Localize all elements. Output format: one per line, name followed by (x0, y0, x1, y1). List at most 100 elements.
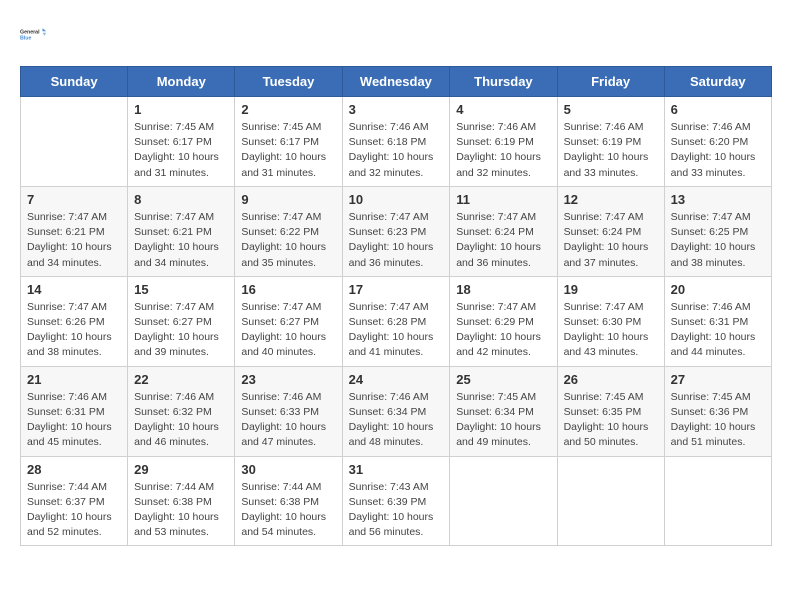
day-info: Sunrise: 7:46 AM Sunset: 6:18 PM Dayligh… (349, 120, 444, 181)
day-info: Sunrise: 7:45 AM Sunset: 6:35 PM Dayligh… (564, 390, 658, 451)
day-number: 3 (349, 102, 444, 117)
calendar-day-17: 17 Sunrise: 7:47 AM Sunset: 6:28 PM Dayli… (342, 276, 450, 366)
calendar-day-28: 28 Sunrise: 7:44 AM Sunset: 6:37 PM Dayli… (21, 456, 128, 546)
day-number: 2 (241, 102, 335, 117)
weekday-header-sunday: Sunday (21, 67, 128, 97)
day-info: Sunrise: 7:47 AM Sunset: 6:25 PM Dayligh… (671, 210, 765, 271)
day-number: 15 (134, 282, 228, 297)
calendar-day-31: 31 Sunrise: 7:43 AM Sunset: 6:39 PM Dayli… (342, 456, 450, 546)
day-info: Sunrise: 7:46 AM Sunset: 6:31 PM Dayligh… (27, 390, 121, 451)
day-info: Sunrise: 7:47 AM Sunset: 6:24 PM Dayligh… (564, 210, 658, 271)
day-number: 9 (241, 192, 335, 207)
calendar-day-12: 12 Sunrise: 7:47 AM Sunset: 6:24 PM Dayli… (557, 186, 664, 276)
logo: GeneralBlue (20, 20, 50, 50)
calendar-day-empty (557, 456, 664, 546)
day-number: 20 (671, 282, 765, 297)
day-info: Sunrise: 7:43 AM Sunset: 6:39 PM Dayligh… (349, 480, 444, 541)
day-number: 24 (349, 372, 444, 387)
calendar-day-4: 4Sunrise: 7:46 AM Sunset: 6:19 PM Daylig… (450, 97, 557, 187)
day-info: Sunrise: 7:45 AM Sunset: 6:17 PM Dayligh… (241, 120, 335, 181)
day-number: 28 (27, 462, 121, 477)
calendar-day-empty (664, 456, 771, 546)
day-number: 6 (671, 102, 765, 117)
day-info: Sunrise: 7:47 AM Sunset: 6:23 PM Dayligh… (349, 210, 444, 271)
day-info: Sunrise: 7:47 AM Sunset: 6:22 PM Dayligh… (241, 210, 335, 271)
calendar-day-1: 1 Sunrise: 7:45 AM Sunset: 6:17 PM Daylig… (128, 97, 235, 187)
day-number: 25 (456, 372, 550, 387)
day-info: Sunrise: 7:47 AM Sunset: 6:21 PM Dayligh… (27, 210, 121, 271)
logo-icon: GeneralBlue (20, 20, 50, 50)
day-info: Sunrise: 7:44 AM Sunset: 6:38 PM Dayligh… (241, 480, 335, 541)
day-number: 30 (241, 462, 335, 477)
calendar-day-22: 22Sunrise: 7:46 AM Sunset: 6:32 PM Dayli… (128, 366, 235, 456)
calendar-day-7: 7 Sunrise: 7:47 AM Sunset: 6:21 PM Daylig… (21, 186, 128, 276)
calendar-day-13: 13Sunrise: 7:47 AM Sunset: 6:25 PM Dayli… (664, 186, 771, 276)
day-number: 26 (564, 372, 658, 387)
page-header: GeneralBlue (20, 20, 772, 50)
calendar-day-3: 3 Sunrise: 7:46 AM Sunset: 6:18 PM Daylig… (342, 97, 450, 187)
weekday-header-monday: Monday (128, 67, 235, 97)
calendar-day-25: 25 Sunrise: 7:45 AM Sunset: 6:34 PM Dayli… (450, 366, 557, 456)
calendar-day-6: 6 Sunrise: 7:46 AM Sunset: 6:20 PM Daylig… (664, 97, 771, 187)
day-number: 23 (241, 372, 335, 387)
day-info: Sunrise: 7:47 AM Sunset: 6:24 PM Dayligh… (456, 210, 550, 271)
calendar-day-26: 26 Sunrise: 7:45 AM Sunset: 6:35 PM Dayli… (557, 366, 664, 456)
calendar-day-5: 5Sunrise: 7:46 AM Sunset: 6:19 PM Daylig… (557, 97, 664, 187)
day-info: Sunrise: 7:47 AM Sunset: 6:27 PM Dayligh… (134, 300, 228, 361)
calendar-day-empty (450, 456, 557, 546)
weekday-header-friday: Friday (557, 67, 664, 97)
calendar-day-2: 2 Sunrise: 7:45 AM Sunset: 6:17 PM Daylig… (235, 97, 342, 187)
calendar-day-24: 24 Sunrise: 7:46 AM Sunset: 6:34 PM Dayli… (342, 366, 450, 456)
calendar-day-15: 15 Sunrise: 7:47 AM Sunset: 6:27 PM Dayli… (128, 276, 235, 366)
day-number: 19 (564, 282, 658, 297)
calendar-table: SundayMondayTuesdayWednesdayThursdayFrid… (20, 66, 772, 546)
calendar-day-27: 27 Sunrise: 7:45 AM Sunset: 6:36 PM Dayli… (664, 366, 771, 456)
day-number: 10 (349, 192, 444, 207)
calendar-week-row: 7 Sunrise: 7:47 AM Sunset: 6:21 PM Daylig… (21, 186, 772, 276)
day-number: 18 (456, 282, 550, 297)
day-info: Sunrise: 7:47 AM Sunset: 6:21 PM Dayligh… (134, 210, 228, 271)
calendar-week-row: 1 Sunrise: 7:45 AM Sunset: 6:17 PM Daylig… (21, 97, 772, 187)
calendar-week-row: 21 Sunrise: 7:46 AM Sunset: 6:31 PM Dayli… (21, 366, 772, 456)
svg-text:General: General (20, 30, 40, 36)
day-info: Sunrise: 7:45 AM Sunset: 6:36 PM Dayligh… (671, 390, 765, 451)
day-number: 14 (27, 282, 121, 297)
calendar-day-9: 9 Sunrise: 7:47 AM Sunset: 6:22 PM Daylig… (235, 186, 342, 276)
weekday-header-tuesday: Tuesday (235, 67, 342, 97)
weekday-header-wednesday: Wednesday (342, 67, 450, 97)
calendar-day-empty (21, 97, 128, 187)
day-number: 7 (27, 192, 121, 207)
day-info: Sunrise: 7:44 AM Sunset: 6:37 PM Dayligh… (27, 480, 121, 541)
calendar-day-19: 19Sunrise: 7:47 AM Sunset: 6:30 PM Dayli… (557, 276, 664, 366)
day-number: 8 (134, 192, 228, 207)
day-number: 22 (134, 372, 228, 387)
day-info: Sunrise: 7:46 AM Sunset: 6:33 PM Dayligh… (241, 390, 335, 451)
day-info: Sunrise: 7:46 AM Sunset: 6:34 PM Dayligh… (349, 390, 444, 451)
day-info: Sunrise: 7:47 AM Sunset: 6:28 PM Dayligh… (349, 300, 444, 361)
day-info: Sunrise: 7:47 AM Sunset: 6:27 PM Dayligh… (241, 300, 335, 361)
day-info: Sunrise: 7:44 AM Sunset: 6:38 PM Dayligh… (134, 480, 228, 541)
day-number: 31 (349, 462, 444, 477)
calendar-day-16: 16 Sunrise: 7:47 AM Sunset: 6:27 PM Dayli… (235, 276, 342, 366)
day-number: 1 (134, 102, 228, 117)
day-info: Sunrise: 7:46 AM Sunset: 6:19 PM Dayligh… (564, 120, 658, 181)
day-number: 12 (564, 192, 658, 207)
day-number: 16 (241, 282, 335, 297)
day-number: 27 (671, 372, 765, 387)
day-info: Sunrise: 7:45 AM Sunset: 6:17 PM Dayligh… (134, 120, 228, 181)
day-info: Sunrise: 7:46 AM Sunset: 6:31 PM Dayligh… (671, 300, 765, 361)
calendar-day-20: 20 Sunrise: 7:46 AM Sunset: 6:31 PM Dayli… (664, 276, 771, 366)
day-number: 21 (27, 372, 121, 387)
calendar-day-21: 21 Sunrise: 7:46 AM Sunset: 6:31 PM Dayli… (21, 366, 128, 456)
day-number: 11 (456, 192, 550, 207)
day-number: 17 (349, 282, 444, 297)
calendar-day-11: 11 Sunrise: 7:47 AM Sunset: 6:24 PM Dayli… (450, 186, 557, 276)
calendar-week-row: 14Sunrise: 7:47 AM Sunset: 6:26 PM Dayli… (21, 276, 772, 366)
calendar-day-18: 18 Sunrise: 7:47 AM Sunset: 6:29 PM Dayli… (450, 276, 557, 366)
day-info: Sunrise: 7:46 AM Sunset: 6:20 PM Dayligh… (671, 120, 765, 181)
weekday-header-row: SundayMondayTuesdayWednesdayThursdayFrid… (21, 67, 772, 97)
day-info: Sunrise: 7:45 AM Sunset: 6:34 PM Dayligh… (456, 390, 550, 451)
calendar-day-8: 8 Sunrise: 7:47 AM Sunset: 6:21 PM Daylig… (128, 186, 235, 276)
day-number: 29 (134, 462, 228, 477)
day-info: Sunrise: 7:47 AM Sunset: 6:29 PM Dayligh… (456, 300, 550, 361)
